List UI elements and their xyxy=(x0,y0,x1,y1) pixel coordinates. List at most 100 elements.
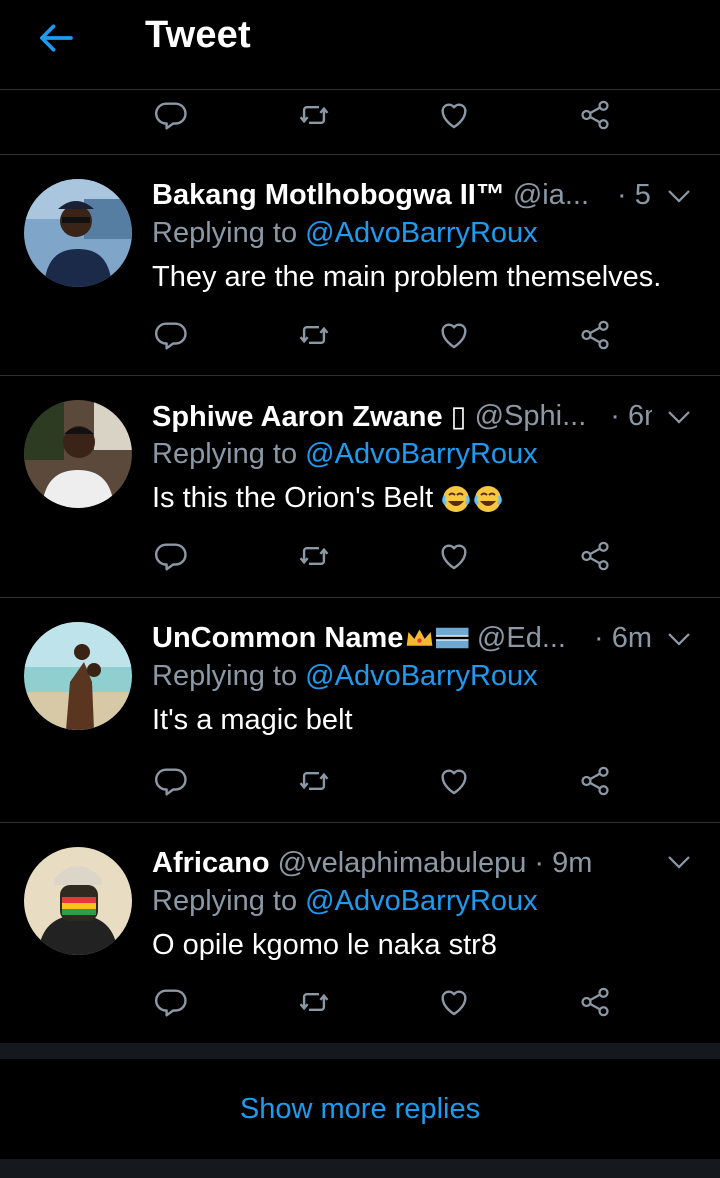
back-button[interactable] xyxy=(34,16,78,60)
display-name[interactable]: Bakang Motlhobogwa II™ xyxy=(152,179,505,212)
replying-to-label: Replying to xyxy=(152,217,306,249)
tweet-actions-previous xyxy=(0,90,720,140)
retweet-button[interactable] xyxy=(289,977,339,1027)
reply-icon xyxy=(155,764,189,798)
avatar[interactable] xyxy=(24,622,132,730)
mention-link[interactable]: @AdvoBarryRoux xyxy=(305,217,538,249)
like-button[interactable] xyxy=(429,531,479,581)
mention-link[interactable]: @AdvoBarryRoux xyxy=(305,660,538,692)
arrow-left-icon xyxy=(40,24,73,52)
share-button[interactable] xyxy=(570,90,620,140)
heart-icon xyxy=(437,98,471,132)
reply-icon xyxy=(155,985,189,1019)
reply-button[interactable] xyxy=(147,310,197,360)
timestamp: · 55s xyxy=(617,178,652,211)
chevron-down-icon[interactable] xyxy=(664,847,694,877)
share-button[interactable] xyxy=(570,977,620,1027)
retweet-icon xyxy=(297,985,331,1019)
retweet-icon xyxy=(297,539,331,573)
tweet-actions xyxy=(0,310,720,360)
share-icon xyxy=(578,985,612,1019)
tweet-actions xyxy=(0,756,720,806)
section-separator xyxy=(0,1159,720,1178)
retweet-button[interactable] xyxy=(289,531,339,581)
avatar[interactable] xyxy=(24,400,132,508)
chevron-down-icon[interactable] xyxy=(664,624,694,654)
replying-to-label: Replying to xyxy=(152,660,306,692)
timestamp: · 6m xyxy=(594,621,652,654)
reply-tweet[interactable]: Africano @velaphimabulepu · 9m Replying … xyxy=(0,823,720,1043)
heart-icon xyxy=(437,318,471,352)
share-button[interactable] xyxy=(570,756,620,806)
retweet-icon xyxy=(297,764,331,798)
show-more-replies-button[interactable]: Show more replies xyxy=(0,1059,720,1159)
tweet-header: Bakang Motlhobogwa II™ @ia... · 55s xyxy=(152,175,652,215)
tweet-header: Sphiwe Aaron Zwane ▯ @Sphi... · 6m xyxy=(152,396,652,436)
share-icon xyxy=(578,539,612,573)
heart-icon xyxy=(437,764,471,798)
like-button[interactable] xyxy=(429,310,479,360)
tweet-text: Is this the Orion's Belt xyxy=(152,482,434,514)
share-icon xyxy=(578,764,612,798)
replying-to-label: Replying to xyxy=(152,438,306,470)
section-separator xyxy=(0,1043,720,1059)
tweet-text: It's a magic belt xyxy=(152,704,353,736)
reply-tweet[interactable]: Sphiwe Aaron Zwane ▯ @Sphi... · 6m Reply… xyxy=(0,376,720,596)
user-handle[interactable]: @Sphi... xyxy=(475,400,587,433)
crown-emoji-icon xyxy=(407,629,433,646)
mention-link[interactable]: @AdvoBarryRoux xyxy=(305,438,538,470)
page-title: Tweet xyxy=(145,14,251,56)
retweet-button[interactable] xyxy=(289,756,339,806)
tears-of-joy-emoji-icon xyxy=(442,485,470,512)
display-name[interactable]: UnCommon Name xyxy=(152,622,403,655)
avatar[interactable] xyxy=(24,179,132,287)
retweet-icon xyxy=(297,98,331,132)
retweet-button[interactable] xyxy=(289,310,339,360)
heart-icon xyxy=(437,539,471,573)
like-button[interactable] xyxy=(429,90,479,140)
tweet-text: O opile kgomo le naka str8 xyxy=(152,929,497,961)
share-icon xyxy=(578,98,612,132)
tweet-actions xyxy=(0,977,720,1027)
reply-icon xyxy=(155,318,189,352)
display-name[interactable]: Africano xyxy=(152,847,270,880)
share-icon xyxy=(578,318,612,352)
tweet-header: UnCommon Name @Ed... · 6m xyxy=(152,618,652,658)
tweet-text-row: Is this the Orion's Belt xyxy=(152,482,503,515)
tweet-header: Africano @velaphimabulepu · 9m xyxy=(152,843,652,883)
display-name[interactable]: Sphiwe Aaron Zwane ▯ xyxy=(152,399,467,434)
user-handle[interactable]: @velaphimabulepu xyxy=(278,847,527,880)
heart-icon xyxy=(437,985,471,1019)
like-button[interactable] xyxy=(429,756,479,806)
user-handle[interactable]: @Ed... xyxy=(477,622,566,655)
chevron-down-icon[interactable] xyxy=(664,402,694,432)
reply-button[interactable] xyxy=(147,90,197,140)
replying-to: Replying to @AdvoBarryRoux xyxy=(152,660,538,693)
replying-to: Replying to @AdvoBarryRoux xyxy=(152,217,538,250)
share-button[interactable] xyxy=(570,531,620,581)
tears-of-joy-emoji-icon xyxy=(474,485,502,512)
chevron-down-icon[interactable] xyxy=(664,181,694,211)
timestamp: · 9m xyxy=(534,846,593,879)
reply-button[interactable] xyxy=(147,977,197,1027)
mention-link[interactable]: @AdvoBarryRoux xyxy=(305,885,538,917)
reply-button[interactable] xyxy=(147,531,197,581)
avatar[interactable] xyxy=(24,847,132,955)
tweet-text: They are the main problem themselves. xyxy=(152,261,662,293)
share-button[interactable] xyxy=(570,310,620,360)
botswana-flag-icon xyxy=(436,627,469,649)
replying-to-label: Replying to xyxy=(152,885,306,917)
retweet-button[interactable] xyxy=(289,90,339,140)
reply-icon xyxy=(155,98,189,132)
top-app-bar: Tweet xyxy=(0,0,720,90)
reply-tweet[interactable]: UnCommon Name @Ed... · 6m Replying to @A… xyxy=(0,598,720,818)
replying-to: Replying to @AdvoBarryRoux xyxy=(152,438,538,471)
reply-tweet[interactable]: Bakang Motlhobogwa II™ @ia... · 55s Repl… xyxy=(0,155,720,375)
reply-icon xyxy=(155,539,189,573)
reply-button[interactable] xyxy=(147,756,197,806)
retweet-icon xyxy=(297,318,331,352)
replying-to: Replying to @AdvoBarryRoux xyxy=(152,885,538,918)
timestamp: · 6m xyxy=(610,399,652,432)
like-button[interactable] xyxy=(429,977,479,1027)
user-handle[interactable]: @ia... xyxy=(513,179,589,212)
